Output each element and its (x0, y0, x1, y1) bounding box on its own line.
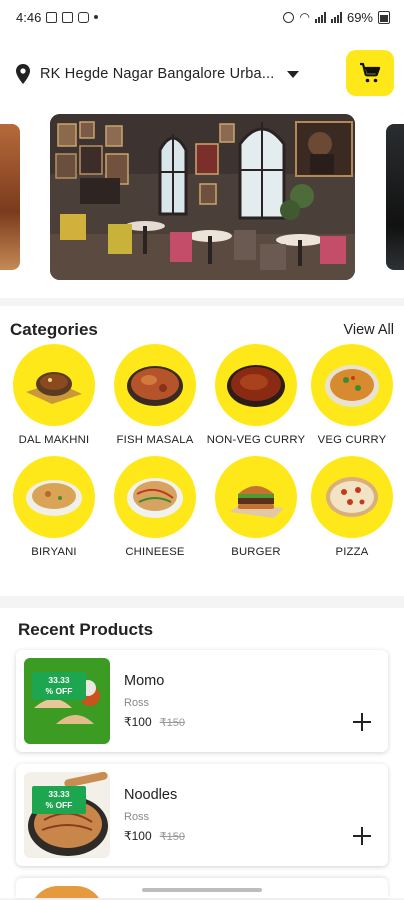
message-notification-icon (62, 11, 74, 23)
gallery-notification-icon (46, 11, 58, 23)
more-notifications-icon (94, 15, 99, 19)
product-card-noodles[interactable]: 33.33 % OFF Noodles Ross ₹100 ₹150 (16, 764, 388, 866)
discount-badge: 33.33 % OFF (32, 672, 86, 700)
gesture-home-bar[interactable] (142, 888, 262, 892)
non-veg-curry-image (215, 344, 297, 426)
view-all-link[interactable]: View All (343, 322, 394, 338)
restaurant-banner[interactable] (50, 114, 355, 280)
product-price: ₹100 (124, 829, 152, 843)
battery-percent: 69% (346, 9, 373, 25)
pizza-image (311, 456, 393, 538)
product-card-momo[interactable]: 33.33 % OFF Momo Ross ₹100 ₹150 (16, 650, 388, 752)
shopping-cart-icon (360, 62, 381, 83)
biryani-image (13, 456, 95, 538)
youtube-notification-icon (78, 11, 90, 23)
category-label: FISH MASALA (116, 434, 194, 446)
category-label: DAL MAKHNI (18, 434, 90, 446)
category-label: BURGER (231, 546, 281, 558)
category-burger[interactable]: BURGER (204, 456, 308, 559)
category-veg-curry[interactable]: VEG CURRY (300, 344, 404, 447)
chineese-image (114, 456, 196, 538)
category-label: CHINEESE (125, 546, 185, 558)
plus-icon[interactable] (352, 826, 372, 846)
product-shop: Ross (124, 811, 150, 823)
cart-button[interactable] (346, 50, 394, 96)
category-pizza[interactable]: PIZZA (300, 456, 404, 559)
product-price: ₹100 (124, 715, 152, 729)
signal-icon (314, 11, 326, 23)
category-dal-makhni[interactable]: DAL MAKHNI (2, 344, 106, 447)
category-label: NON-VEG CURRY (206, 434, 306, 446)
category-fish-masala[interactable]: FISH MASALA (103, 344, 207, 447)
banner-carousel[interactable] (0, 114, 404, 298)
caret-down-icon[interactable] (286, 70, 299, 78)
plus-icon[interactable] (352, 712, 372, 732)
signal-2-icon (330, 11, 342, 23)
burger-image (215, 456, 297, 538)
categories-title: Categories (10, 320, 98, 339)
product-old-price: ₹150 (159, 831, 186, 843)
previous-banner[interactable] (0, 124, 20, 270)
discount-badge: 33.33 % OFF (32, 786, 86, 814)
status-time: 4:46 (16, 9, 42, 25)
product-name: Noodles (124, 787, 178, 803)
status-bar: 4:46 ◠ 69% (0, 0, 404, 34)
category-non-veg-curry[interactable]: NON-VEG CURRY (204, 344, 308, 447)
dal-makhni-image (13, 344, 95, 426)
recent-products-title: Recent Products (18, 620, 154, 639)
product-name: Momo (124, 673, 165, 689)
category-biryani[interactable]: BIRYANI (2, 456, 106, 559)
alarm-icon (283, 11, 295, 23)
category-label: VEG CURRY (317, 434, 387, 446)
map-pin-icon (14, 63, 32, 85)
category-chineese[interactable]: CHINEESE (103, 456, 207, 559)
category-label: PIZZA (335, 546, 369, 558)
product-old-price: ₹150 (159, 717, 186, 729)
next-banner[interactable] (386, 124, 404, 270)
fish-masala-image (114, 344, 196, 426)
recent-section: Recent Products 33.33 % OFF Momo Ross ₹1… (0, 596, 404, 898)
burger-image (30, 886, 104, 898)
momo-image: 33.33 % OFF (24, 658, 110, 744)
product-shop: Ross (124, 697, 150, 709)
location-header: RK Hegde Nagar Bangalore Urba... (0, 34, 404, 114)
battery-icon (378, 10, 390, 24)
wifi-icon: ◠ (299, 10, 310, 24)
categories-section: Categories View All DAL MAKHNI FISH MASA… (0, 306, 404, 596)
category-label: BIRYANI (31, 546, 77, 558)
location-text[interactable]: RK Hegde Nagar Bangalore Urba... (40, 66, 275, 82)
veg-curry-image (311, 344, 393, 426)
noodles-image: 33.33 % OFF (24, 772, 110, 858)
